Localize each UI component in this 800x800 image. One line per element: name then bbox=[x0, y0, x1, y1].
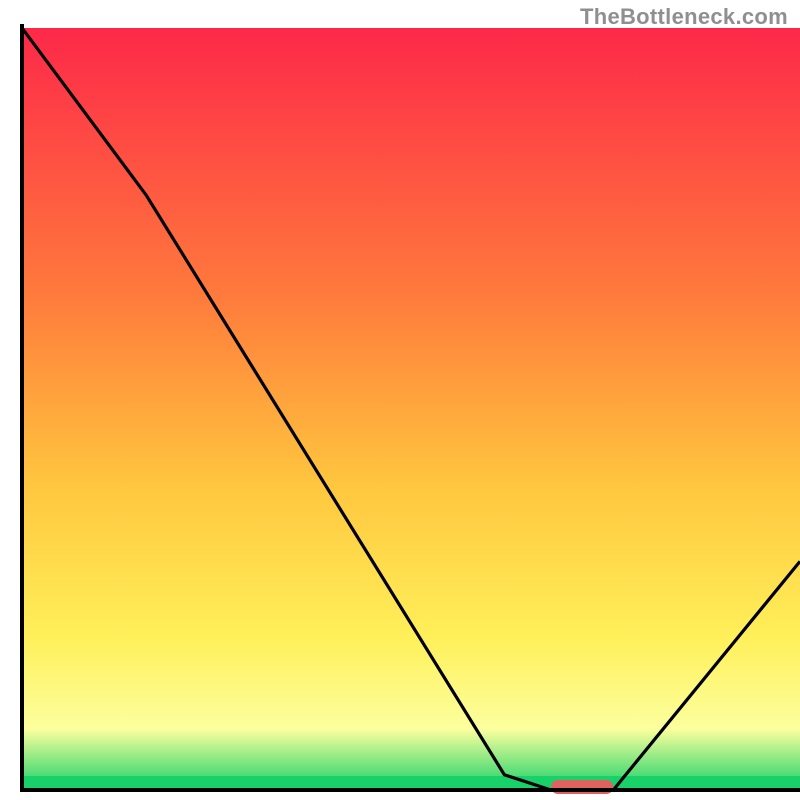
watermark-text: TheBottleneck.com bbox=[580, 4, 788, 30]
green-baseline-strip bbox=[22, 776, 800, 790]
chart-gradient-background bbox=[22, 28, 800, 790]
bottleneck-chart bbox=[0, 0, 800, 800]
